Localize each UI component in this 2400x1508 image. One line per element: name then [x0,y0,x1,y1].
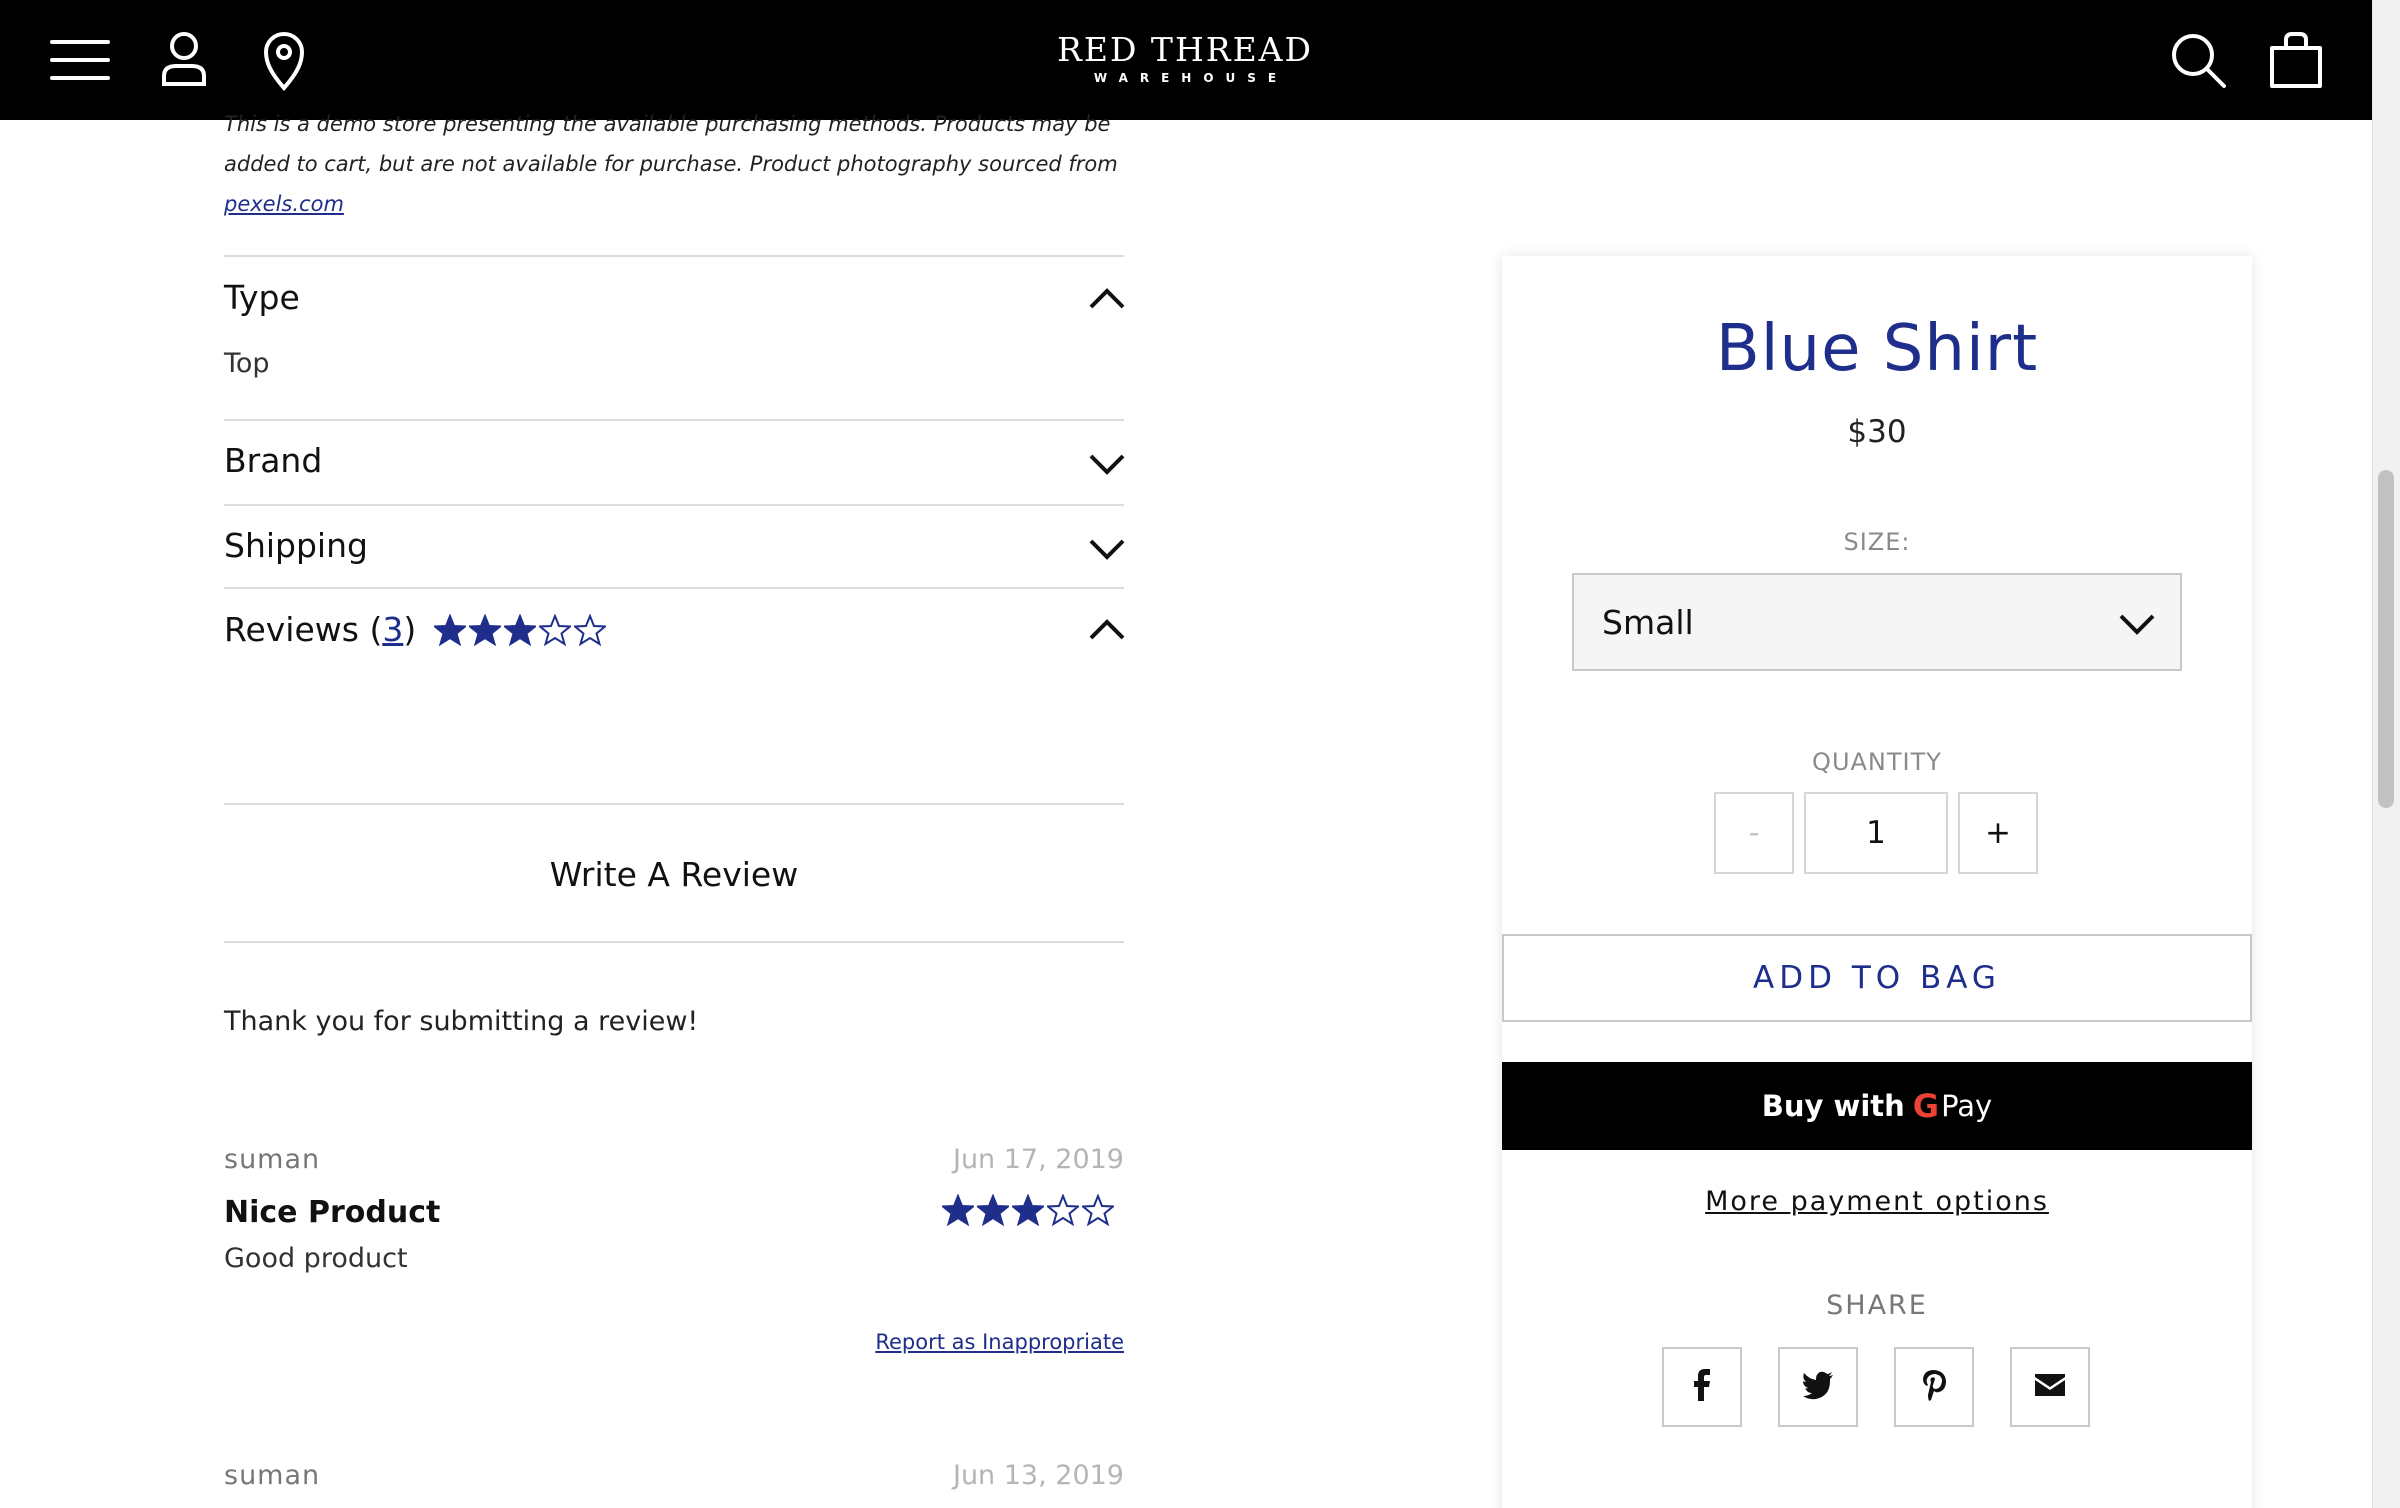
star-empty-icon [1082,1194,1114,1226]
review-summary-stars [434,614,606,646]
disclaimer-line-2: added to cart, but are not available for… [224,152,1118,176]
review-date: Jun 17, 2019 [952,1144,1124,1175]
chevron-down-icon[interactable] [1088,453,1126,477]
reviews-paren-open: ( [369,610,383,649]
reviews-count-link[interactable]: 3 [382,610,403,649]
quantity-label: QUANTITY [1812,748,1942,776]
star-filled-icon [977,1194,1009,1226]
pinterest-icon [1916,1367,1952,1407]
chevron-down-icon[interactable] [1088,538,1126,562]
logo-main-text: RED THREAD [1057,30,1313,69]
add-to-bag-button[interactable]: ADD TO BAG [1502,934,2252,1022]
divider [224,255,1124,257]
pexels-link[interactable]: pexels.com [224,192,344,216]
report-inappropriate-link[interactable]: Report as Inappropriate [824,1330,1124,1354]
chevron-down-icon [2118,613,2156,637]
type-value: Top [224,348,270,379]
review-thanks-message: Thank you for submitting a review! [224,1006,699,1037]
product-price: $30 [1847,414,1907,450]
google-pay-button[interactable]: Buy with G Pay [1502,1062,2252,1150]
quantity-decrease-button[interactable]: - [1714,792,1794,874]
quantity-input[interactable]: 1 [1804,792,1948,874]
review-date: Jun 13, 2019 [952,1460,1124,1491]
reviews-paren-close: ) [403,610,417,649]
google-g-logo: G [1912,1087,1940,1125]
bag-icon[interactable] [2264,28,2328,92]
star-empty-icon [539,614,571,646]
email-icon [2032,1367,2068,1407]
star-filled-icon [942,1194,974,1226]
review-body: Good product [224,1243,408,1274]
more-payment-options-link[interactable]: More payment options [1502,1186,2252,1217]
share-twitter-button[interactable] [1778,1347,1858,1427]
review-author: suman [224,1144,321,1175]
star-filled-icon [434,614,466,646]
quantity-increase-button[interactable]: + [1958,792,2038,874]
scrollbar-thumb[interactable] [2378,470,2394,808]
divider [224,587,1124,589]
divider [224,941,1124,943]
accordion-type-title[interactable]: Type [224,278,300,318]
share-email-button[interactable] [2010,1347,2090,1427]
star-filled-icon [504,614,536,646]
star-filled-icon [1012,1194,1044,1226]
chevron-up-icon[interactable] [1088,617,1126,641]
divider [224,419,1124,421]
accordion-shipping-title[interactable]: Shipping [224,526,368,566]
accordion-reviews-title[interactable]: Reviews (3) [224,610,416,650]
share-pinterest-button[interactable] [1894,1347,1974,1427]
store-logo[interactable]: RED THREAD WAREHOUSE [1000,30,1370,85]
logo-sub-text: WAREHOUSE [1093,71,1289,85]
size-select[interactable]: Small [1572,573,2182,671]
facebook-icon [1684,1367,1720,1407]
location-icon[interactable] [252,28,316,92]
demo-disclaimer: This is a demo store presenting the avai… [224,104,1124,224]
product-title: Blue Shirt [1715,312,2039,386]
menu-icon[interactable] [48,28,112,92]
write-review-button[interactable]: Write A Review [224,806,1124,942]
chevron-up-icon[interactable] [1088,286,1126,310]
gpay-pay-text: Pay [1941,1089,1993,1123]
twitter-icon [1800,1367,1836,1407]
share-label: SHARE [1826,1290,1928,1321]
review-author: suman [224,1460,321,1491]
review-title: Nice Product [224,1195,441,1230]
gpay-buy-text: Buy with [1761,1089,1905,1123]
reviews-label: Reviews [224,610,359,649]
divider [224,803,1124,805]
star-empty-icon [1047,1194,1079,1226]
size-selected-value: Small [1602,603,1694,642]
review-stars [942,1194,1114,1226]
size-label: SIZE: [1843,528,1911,556]
star-empty-icon [574,614,606,646]
share-facebook-button[interactable] [1662,1347,1742,1427]
divider [224,504,1124,506]
disclaimer-line-1: This is a demo store presenting the avai… [224,112,1111,136]
account-icon[interactable] [152,28,216,92]
accordion-brand-title[interactable]: Brand [224,441,322,481]
site-header: RED THREAD WAREHOUSE [0,0,2372,120]
search-icon[interactable] [2166,28,2230,92]
star-filled-icon [469,614,501,646]
